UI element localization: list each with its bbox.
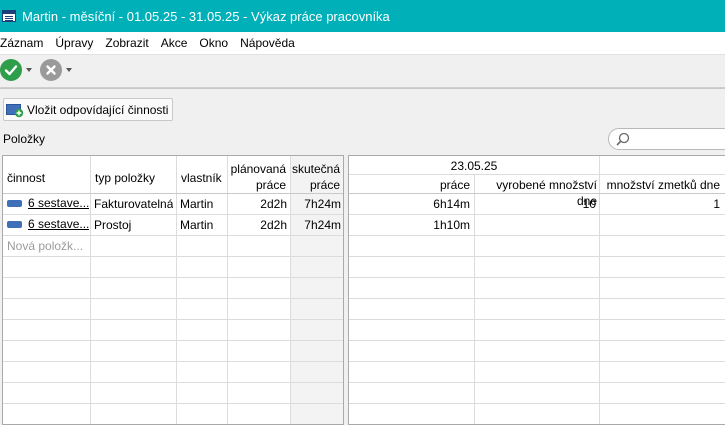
- table-row-2-prace: 1h10m: [433, 218, 470, 232]
- header-planovana-line1: plánovaná: [230, 162, 286, 176]
- header-planovana-line2: práce: [255, 178, 286, 192]
- app-window-icon: [2, 10, 16, 22]
- header-cinnost[interactable]: činnost: [7, 170, 45, 186]
- header-typ-polozky[interactable]: typ položky: [95, 170, 155, 186]
- menu-akce[interactable]: Akce: [161, 36, 194, 50]
- table-row-1-vyrobene[interactable]: 10: [475, 197, 596, 211]
- insert-icon: [6, 103, 24, 117]
- chevron-down-icon[interactable]: [66, 68, 72, 72]
- header-prace[interactable]: práce: [349, 177, 470, 193]
- menu-bar: Záznam Úpravy Zobrazit Akce Okno Nápověd…: [0, 32, 725, 55]
- toolbar: [0, 55, 725, 88]
- x-circle-icon: [40, 59, 62, 81]
- table-row-2-skutecna: 7h24m: [304, 218, 341, 232]
- table-row-1-cinnost[interactable]: 6 sestave...: [7, 196, 89, 210]
- menu-upravy[interactable]: Úpravy: [55, 36, 99, 50]
- check-circle-icon: [0, 59, 22, 81]
- insert-activities-button[interactable]: Vložit odpovídající činnosti: [3, 98, 174, 121]
- table-row-1-typ: Fakturovatelná: [94, 197, 174, 211]
- activity-icon: [7, 200, 22, 208]
- chevron-down-icon[interactable]: [26, 68, 32, 72]
- items-table: činnost typ položky vlastník plánovaná p…: [2, 155, 344, 425]
- menu-napoveda[interactable]: Nápověda: [240, 36, 301, 50]
- search-input[interactable]: [608, 128, 725, 150]
- header-planovana-prace[interactable]: plánovaná práce: [228, 161, 286, 193]
- header-mnozstvi-zmetku[interactable]: množství zmetků dne: [600, 177, 720, 193]
- menu-zobrazit[interactable]: Zobrazit: [105, 36, 154, 50]
- activity-icon: [7, 221, 22, 229]
- table-row-1-planovana: 2d2h: [260, 197, 287, 211]
- table-row-1-skutecna: 7h24m: [304, 197, 341, 211]
- table-row-1-prace: 6h14m: [433, 197, 470, 211]
- activity-link[interactable]: 6 sestave...: [28, 217, 89, 231]
- menu-okno[interactable]: Okno: [199, 36, 234, 50]
- toolbar-divider: [0, 88, 725, 89]
- table-row-1-zmetky[interactable]: 1: [600, 197, 720, 211]
- date-header: 23.05.25: [450, 159, 498, 173]
- menu-zaznam[interactable]: Záznam: [0, 36, 49, 50]
- table-row-2-planovana: 2d2h: [260, 218, 287, 232]
- cancel-button[interactable]: [40, 57, 72, 83]
- window-title: Martin - měsíční - 01.05.25 - 31.05.25 -…: [22, 8, 390, 24]
- daily-values-table: 23.05.25 práce vyrobené množství dne mno…: [348, 155, 725, 425]
- insert-activities-label: Vložit odpovídající činnosti: [27, 102, 169, 117]
- table-row-2-vlastnik: Martin: [180, 218, 214, 232]
- section-title: Položky: [3, 132, 46, 146]
- header-vlastnik[interactable]: vlastník: [181, 170, 222, 186]
- new-item-row[interactable]: Nová položk...: [7, 239, 89, 253]
- table-row-1-vlastnik: Martin: [180, 197, 214, 211]
- confirm-button[interactable]: [0, 57, 32, 83]
- header-skutecna-prace[interactable]: skutečná práce: [291, 161, 340, 193]
- search-icon: [616, 132, 630, 146]
- title-bar: Martin - měsíční - 01.05.25 - 31.05.25 -…: [0, 0, 725, 32]
- header-skutecna-line2: práce: [309, 178, 340, 192]
- table-row-2-cinnost[interactable]: 6 sestave...: [7, 217, 89, 231]
- header-skutecna-line1: skutečná: [291, 162, 340, 176]
- activity-link[interactable]: 6 sestave...: [28, 196, 89, 210]
- table-row-2-typ: Prostoj: [94, 218, 132, 232]
